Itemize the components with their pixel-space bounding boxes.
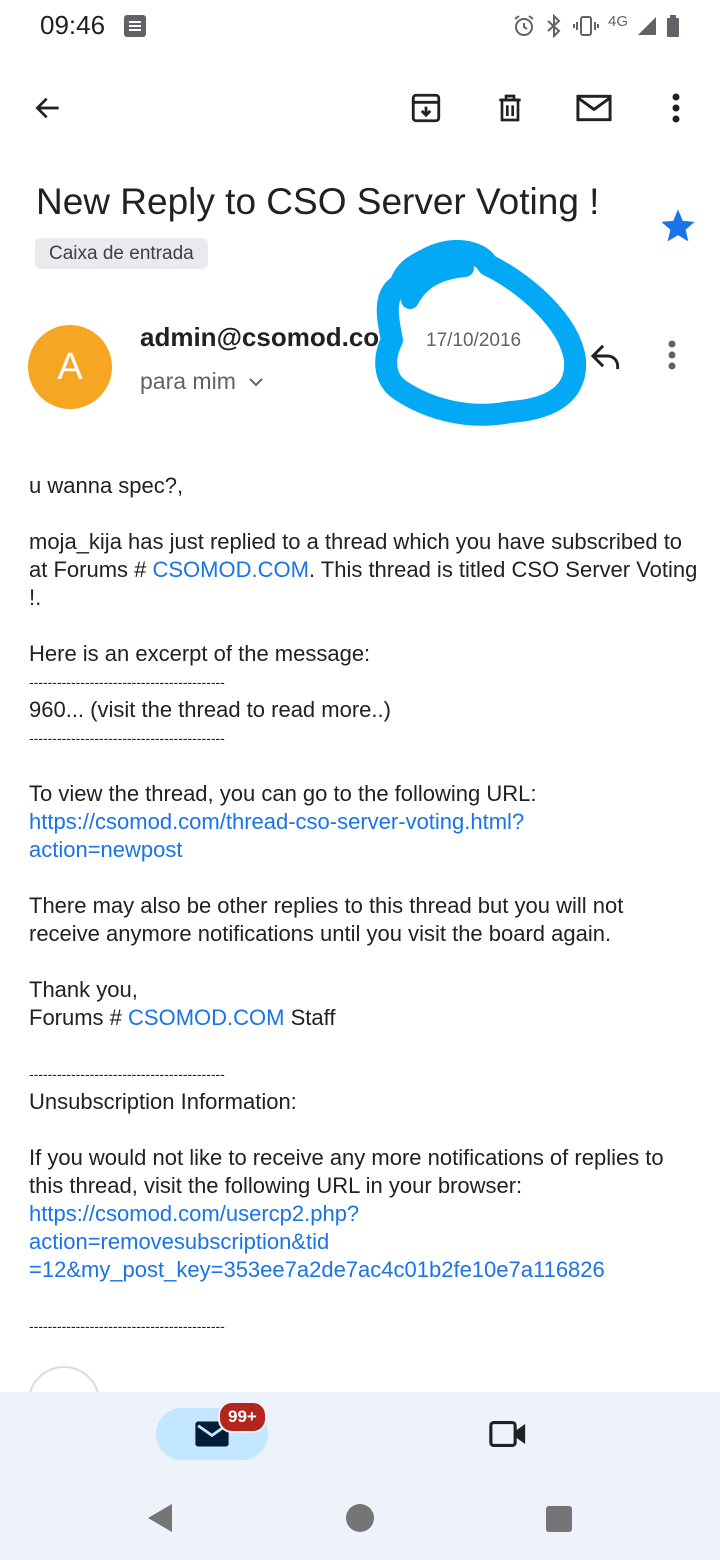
link-part: action=newpost [29,837,183,862]
other-replies-text: There may also be other replies to this … [29,893,630,946]
recipient-row[interactable]: para mim [140,368,264,395]
divider: ----------------------------------------… [29,730,225,746]
more-vert-icon [668,340,676,370]
back-button[interactable] [24,84,72,132]
body-greeting: u wanna spec?, [29,473,184,498]
system-back-button[interactable] [144,1500,176,1536]
notification-icon [124,15,146,37]
link-part: https://csomod.com/thread-cso-server-vot… [29,809,525,834]
meet-tab[interactable] [488,1416,528,1452]
divider: ----------------------------------------… [29,1066,225,1082]
reply-icon [590,344,620,370]
alarm-icon [514,15,534,36]
body-text: Forums # [29,1005,129,1030]
divider: ----------------------------------------… [29,1318,225,1334]
battery-icon [667,15,679,37]
link-part: https://csomod.com/usercp2.php? [29,1201,360,1226]
bottom-navigation [0,1392,720,1560]
sender-address[interactable]: admin@csomod.co [140,322,379,353]
message-more-button[interactable] [668,340,696,380]
link-part: =12&my_post_key=353ee7a2de7ac4c01b2fe10e… [29,1257,605,1282]
vibrate-icon [572,16,599,36]
excerpt-text: 960... (visit the thread to read more..) [29,697,391,722]
more-options-button[interactable] [652,84,700,132]
delete-button[interactable] [486,84,534,132]
network-type: 4G [607,12,628,30]
body-paragraph: moja_kija has just replied to a thread w… [29,528,699,612]
email-subject: New Reply to CSO Server Voting ! [36,181,600,222]
sender-avatar[interactable]: A [28,325,112,409]
video-camera-icon [489,1421,526,1447]
signature: Forums # CSOMOD.COM Staff [29,1004,699,1032]
star-button[interactable] [658,206,698,246]
thread-url-link[interactable]: https://csomod.com/thread-cso-server-vot… [29,808,699,864]
thanks-text: Thank you, [29,977,138,1002]
csomod-link[interactable]: CSOMOD.COM [128,1005,284,1030]
mark-unread-button[interactable] [570,84,618,132]
trash-icon [499,94,521,122]
view-intro: To view the thread, you can go to the fo… [29,781,537,806]
excerpt-intro: Here is an excerpt of the message: [29,641,371,666]
email-body: u wanna spec?, moja_kija has just replie… [29,472,699,1340]
arrow-left-icon [35,97,59,119]
csomod-link[interactable]: CSOMOD.COM [152,557,308,582]
unsub-title: Unsubscription Information: [29,1089,297,1114]
system-home-button[interactable] [346,1504,374,1532]
system-recents-button[interactable] [546,1506,572,1532]
bluetooth-icon [547,14,561,38]
triangle-back-icon [148,1504,172,1532]
more-vert-icon [672,93,680,123]
inbox-label-chip[interactable]: Caixa de entrada [35,238,208,269]
signal-icon [638,17,656,35]
unsubscribe-url-link[interactable]: https://csomod.com/usercp2.php? action=re… [29,1200,699,1284]
star-icon [661,209,695,242]
mail-icon [576,94,612,122]
divider: ----------------------------------------… [29,674,225,690]
scribble-annotation [375,240,587,426]
status-time: 09:46 [40,10,106,40]
body-text: Staff [284,1005,336,1030]
status-icons: 4G [512,10,680,42]
recipient-label: para mim [140,368,236,394]
unsub-text: If you would not like to receive any mor… [29,1145,670,1198]
link-part: action=removesubscription&tid [29,1229,330,1254]
chevron-down-icon [249,377,263,386]
reply-button[interactable] [588,340,632,380]
unread-count-badge: 99+ [218,1401,267,1433]
archive-icon [411,93,441,123]
archive-button[interactable] [402,84,450,132]
